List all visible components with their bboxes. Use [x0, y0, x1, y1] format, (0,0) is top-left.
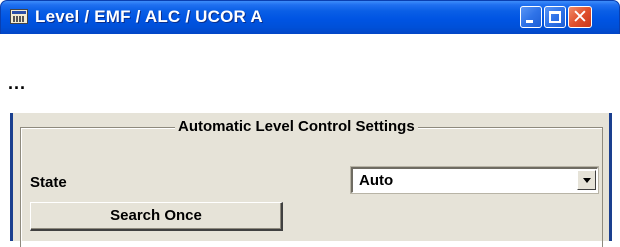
window-title: Level / EMF / ALC / UCOR A [35, 7, 263, 26]
state-select[interactable]: Auto [351, 167, 598, 193]
maximize-button[interactable] [544, 6, 566, 28]
group-title: Automatic Level Control Settings [175, 118, 418, 135]
close-button[interactable]: ✕ [568, 6, 592, 28]
minimize-button[interactable] [520, 6, 542, 28]
alc-settings-panel: Automatic Level Control Settings State A… [10, 113, 612, 247]
title-bar[interactable]: Level / EMF / ALC / UCOR A ✕ [0, 0, 620, 34]
state-label: State [30, 174, 67, 191]
ellipsis-text: ... [8, 73, 27, 93]
maximize-icon [549, 11, 561, 23]
chevron-down-icon[interactable] [577, 170, 596, 190]
search-once-button[interactable]: Search Once [30, 202, 283, 231]
app-window-icon[interactable] [10, 9, 28, 24]
minimize-icon [526, 20, 533, 23]
alc-settings-groupbox: Automatic Level Control Settings State A… [20, 118, 603, 247]
state-select-value: Auto [359, 172, 394, 189]
close-icon: ✕ [572, 6, 588, 28]
